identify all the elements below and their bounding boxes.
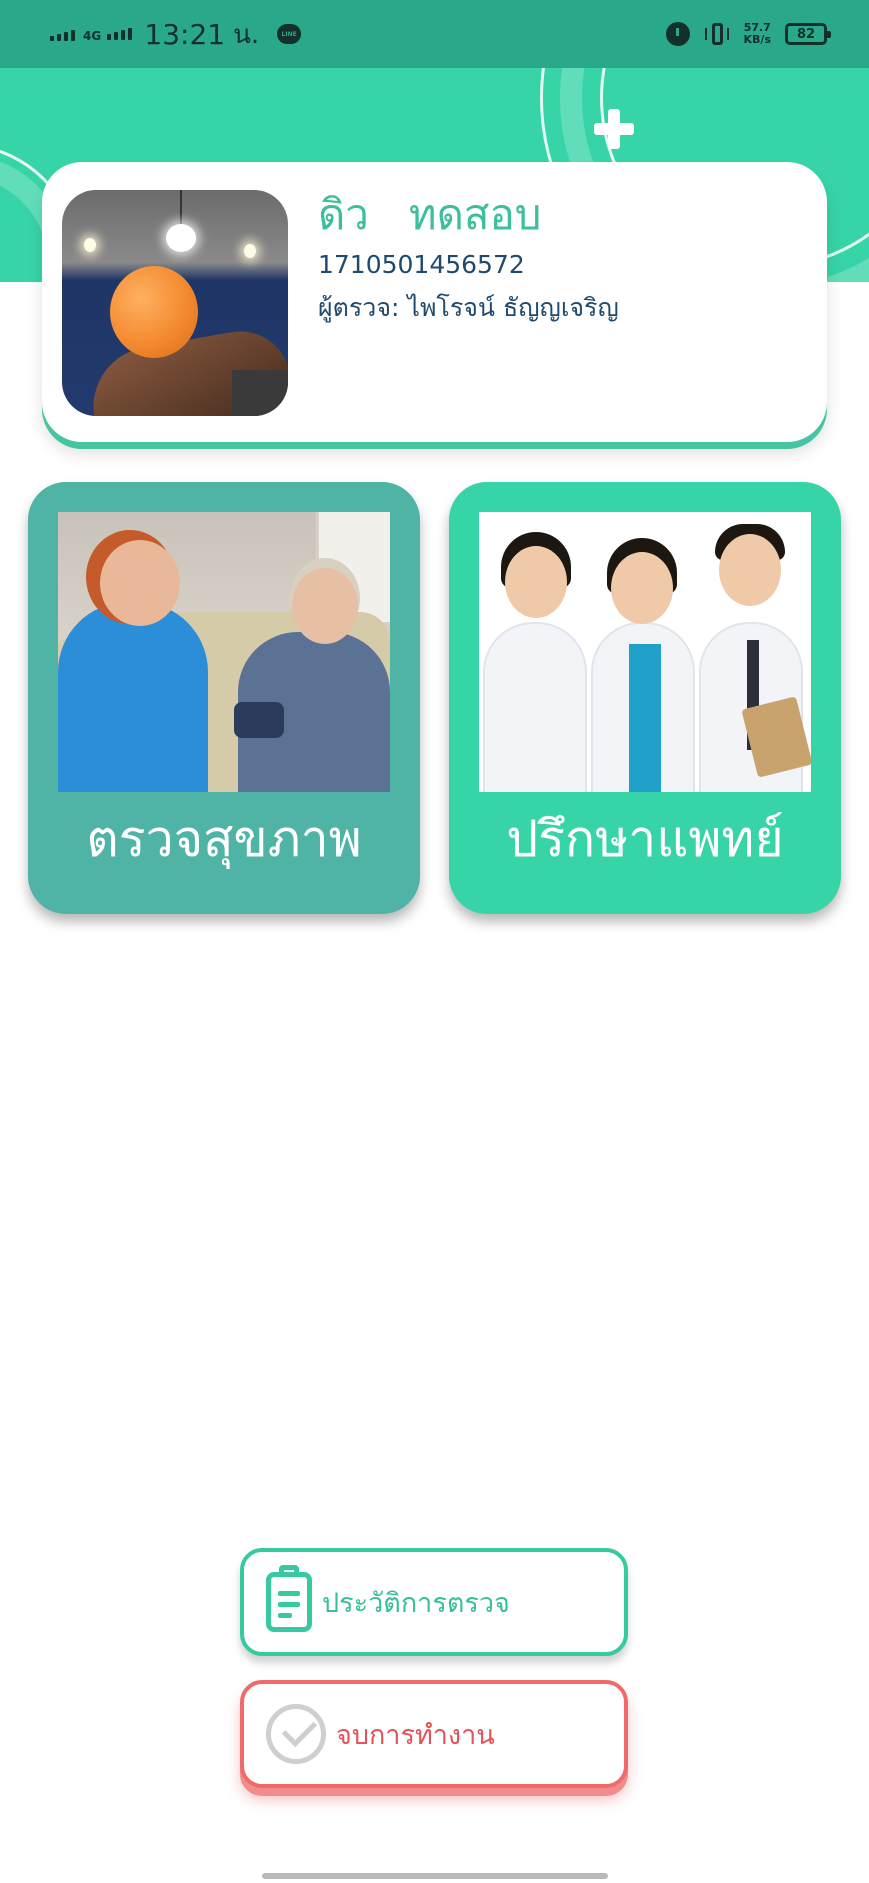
history-button-label: ประวัติการตรวจ xyxy=(322,1587,510,1619)
finish-work-button[interactable]: จบการทำงาน xyxy=(240,1680,628,1788)
consult-doctor-image xyxy=(479,512,811,792)
health-check-tile[interactable]: ตรวจสุขภาพ xyxy=(28,482,420,914)
check-circle-icon xyxy=(266,1704,326,1764)
line-app-icon: LINE xyxy=(277,24,302,44)
clock-suffix: น. xyxy=(233,19,260,50)
status-bar-right: 57.7 KB/s 82 xyxy=(665,16,831,52)
status-bar: 4G 13:21 น. LINE 57.7 KB/s 82 xyxy=(0,0,869,68)
consult-doctor-label: ปรึกษาแพทย์ xyxy=(506,810,784,868)
clipboard-icon xyxy=(266,1565,312,1632)
medical-plus-icon xyxy=(594,109,634,149)
health-check-image xyxy=(58,512,390,792)
signal-4g-icon: 4G xyxy=(83,26,133,43)
clock-time: 13:21 xyxy=(144,17,226,51)
home-indicator[interactable] xyxy=(262,1873,608,1879)
avatar xyxy=(62,190,288,416)
profile-name: ดิว ทดสอบ xyxy=(318,190,542,239)
network-speed-unit: KB/s xyxy=(743,33,771,46)
battery-level: 82 xyxy=(796,26,816,42)
health-check-label: ตรวจสุขภาพ xyxy=(86,810,362,868)
network-type: 4G xyxy=(83,29,102,43)
status-bar-left: 4G 13:21 น. LINE xyxy=(50,14,302,54)
battery-icon: 82 xyxy=(785,23,831,45)
alarm-icon xyxy=(665,22,690,46)
finish-work-button-label: จบการทำงาน xyxy=(336,1719,495,1751)
profile-inspector: ผู้ตรวจ: ไพโรจน์ ธัญญเจริญ xyxy=(318,293,619,322)
history-button[interactable]: ประวัติการตรวจ xyxy=(240,1548,628,1656)
profile-id-number: 1710501456572 xyxy=(318,250,525,279)
consult-doctor-tile[interactable]: ปรึกษาแพทย์ xyxy=(449,482,841,914)
profile-card: ดิว ทดสอบ 1710501456572 ผู้ตรวจ: ไพโรจน์… xyxy=(42,162,827,442)
signal-icon xyxy=(50,27,75,41)
vibrate-icon xyxy=(704,22,730,46)
network-speed: 57.7 KB/s xyxy=(744,22,771,46)
